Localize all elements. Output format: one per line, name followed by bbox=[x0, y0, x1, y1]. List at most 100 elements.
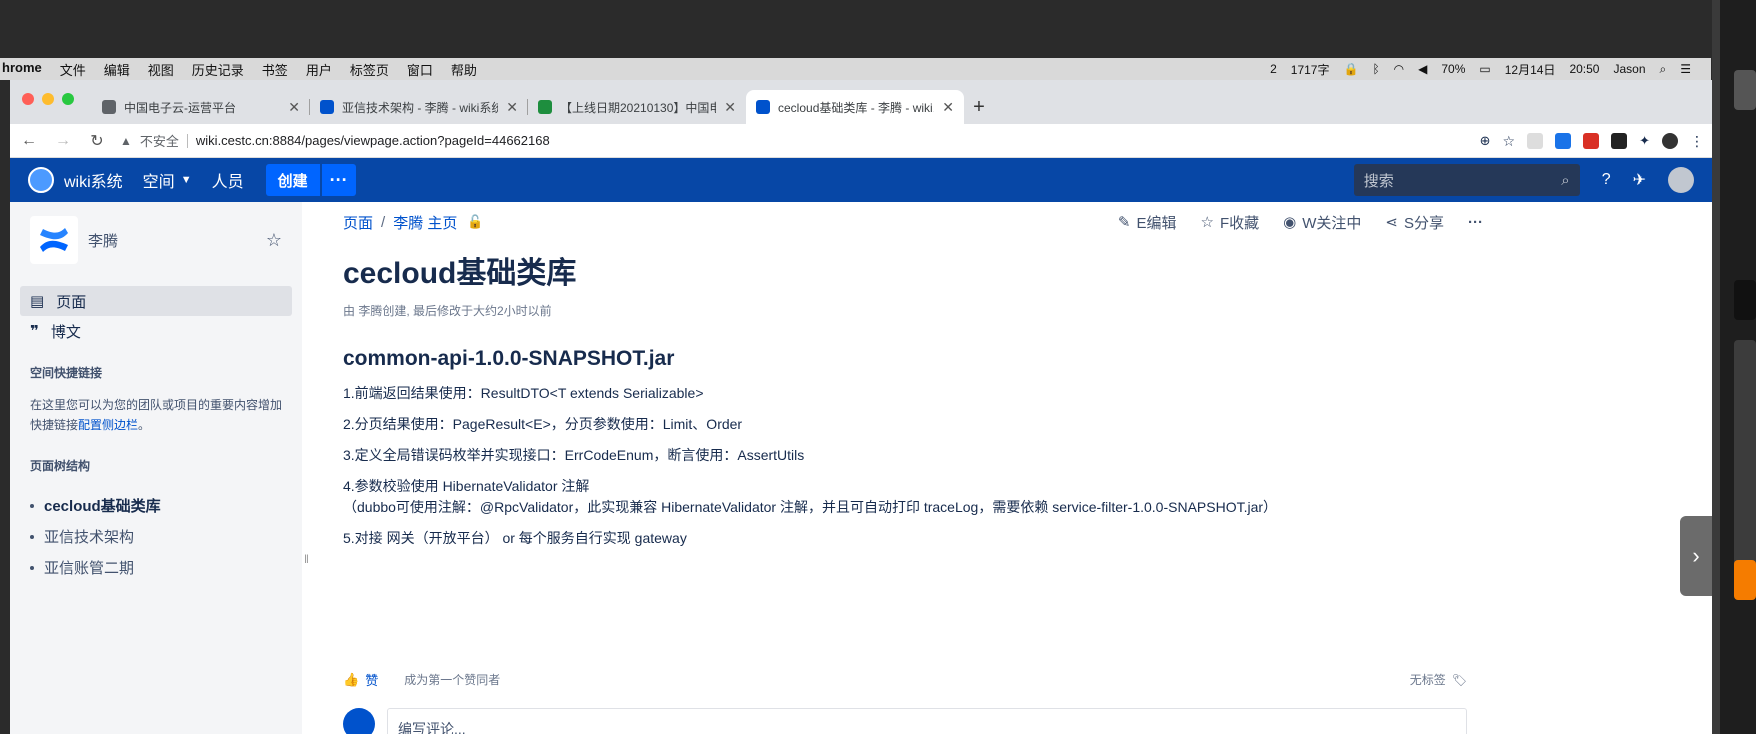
reload-icon[interactable]: ↻ bbox=[86, 131, 108, 151]
breadcrumb-item[interactable]: 页面 bbox=[343, 212, 373, 233]
content-line-3: 3.定义全局错误码枚举并实现接口：ErrCodeEnum，断言使用：Assert… bbox=[343, 447, 805, 463]
spotlight-icon[interactable]: ⌕ bbox=[1660, 62, 1667, 77]
quote-icon: ❞ bbox=[30, 323, 39, 340]
edit-button[interactable]: ✎ E编辑 bbox=[1118, 212, 1177, 233]
side-panel[interactable] bbox=[1734, 280, 1756, 320]
create-more-button[interactable]: ··· bbox=[321, 164, 356, 196]
breadcrumb-item[interactable]: 李腾 主页 bbox=[393, 212, 457, 233]
menu-edit[interactable]: 编辑 bbox=[104, 60, 130, 79]
sidebar-item-pages[interactable]: ▤ 页面 bbox=[20, 286, 292, 316]
user-avatar[interactable] bbox=[1668, 167, 1694, 193]
configure-sidebar-link[interactable]: 配置侧边栏 bbox=[78, 418, 138, 432]
confluence-logo-icon bbox=[40, 228, 68, 252]
close-window-button[interactable] bbox=[22, 93, 34, 105]
battery-icon[interactable]: ▭ bbox=[1479, 62, 1490, 76]
extension-icon[interactable] bbox=[1611, 132, 1628, 149]
minimize-window-button[interactable] bbox=[42, 93, 54, 105]
side-panel[interactable] bbox=[1734, 340, 1756, 590]
sidebar-item-blog[interactable]: ❞ 博文 bbox=[20, 316, 292, 346]
browser-tab[interactable]: 亚信技术架构 - 李腾 - wiki系统 ✕ bbox=[310, 90, 528, 124]
page-content: 页面 / 李腾 主页 🔓 ✎ E编辑 ☆ F收藏 ◉ W关注中 ⋖ S分享 ··· ce… bbox=[343, 202, 1483, 734]
side-panel[interactable] bbox=[1734, 560, 1756, 600]
menu-app[interactable]: hrome bbox=[2, 60, 42, 79]
content-line-5: 5.对接 网关（开放平台） or 每个服务自行实现 gateway bbox=[343, 530, 687, 546]
star-icon[interactable]: ☆ bbox=[266, 230, 282, 251]
menu-file[interactable]: 文件 bbox=[60, 60, 86, 79]
back-icon[interactable]: ← bbox=[18, 132, 40, 150]
tree-item[interactable]: 亚信账管二期 bbox=[30, 552, 282, 583]
close-tab-icon[interactable]: ✕ bbox=[288, 99, 300, 116]
omnibox[interactable]: ▲ 不安全 wiki.cestc.cn:8884/pages/viewpage.… bbox=[120, 128, 1468, 154]
menu-window[interactable]: 窗口 bbox=[407, 60, 433, 79]
side-panel[interactable] bbox=[1734, 70, 1756, 110]
menu-bookmarks[interactable]: 书签 bbox=[262, 60, 288, 79]
volume-icon[interactable]: ◀ bbox=[1418, 62, 1427, 76]
sidebar-resize-handle[interactable]: ‖ bbox=[304, 552, 309, 566]
more-actions-button[interactable]: ··· bbox=[1468, 214, 1483, 231]
spaces-menu[interactable]: 空间 ▼ bbox=[143, 168, 192, 192]
space-name[interactable]: 李腾 bbox=[88, 230, 256, 251]
profile-icon[interactable] bbox=[1662, 132, 1678, 149]
notifications-icon[interactable]: ✈ bbox=[1633, 170, 1646, 190]
puzzle-icon[interactable]: ✦ bbox=[1639, 133, 1650, 149]
space-logo[interactable] bbox=[30, 216, 78, 264]
control-center-icon[interactable]: ☰ bbox=[1680, 62, 1691, 76]
page-icon: ▤ bbox=[30, 293, 45, 310]
help-icon[interactable]: ? bbox=[1602, 171, 1611, 189]
labels-area[interactable]: 无标签 🏷 bbox=[1410, 671, 1467, 688]
menu-help[interactable]: 帮助 bbox=[451, 60, 477, 79]
zoom-icon[interactable]: ⊕ bbox=[1480, 133, 1491, 149]
browser-menu-icon[interactable]: ⋮ bbox=[1690, 133, 1704, 149]
status-date[interactable]: 12月14日 bbox=[1505, 61, 1556, 78]
comment-row: 编写评论... bbox=[343, 708, 1467, 734]
section-heading: common-api-1.0.0-SNAPSHOT.jar bbox=[343, 347, 675, 370]
new-tab-button[interactable]: + bbox=[964, 90, 994, 124]
lock-status-icon[interactable]: 🔒 bbox=[1343, 62, 1358, 76]
commenter-avatar bbox=[343, 708, 375, 734]
status-time[interactable]: 20:50 bbox=[1569, 62, 1599, 76]
browser-tab[interactable]: 【上线日期20210130】中国电子 ✕ bbox=[528, 90, 746, 124]
tree-item[interactable]: 亚信技术架构 bbox=[30, 521, 282, 552]
warning-icon[interactable]: ▲ bbox=[120, 134, 132, 148]
site-logo[interactable]: wiki系统 bbox=[28, 167, 123, 193]
menu-history[interactable]: 历史记录 bbox=[192, 60, 244, 79]
insecure-label[interactable]: 不安全 bbox=[140, 131, 179, 150]
like-button[interactable]: 👍 赞 bbox=[343, 670, 378, 689]
people-link[interactable]: 人员 bbox=[212, 168, 244, 192]
confluence-header: wiki系统 空间 ▼ 人员 创建 ··· 搜索 ⌕ ? ✈ bbox=[10, 158, 1712, 202]
comment-input[interactable]: 编写评论... bbox=[387, 708, 1467, 734]
browser-tab[interactable]: 中国电子云-运营平台 ✕ bbox=[92, 90, 310, 124]
status-chars[interactable]: 1717字 bbox=[1291, 61, 1330, 78]
forward-icon[interactable]: → bbox=[52, 132, 74, 150]
menu-tabs[interactable]: 标签页 bbox=[350, 60, 389, 79]
wifi-icon[interactable]: ◠ bbox=[1394, 62, 1404, 76]
zoom-window-button[interactable] bbox=[62, 93, 74, 105]
like-hint: 成为第一个赞同者 bbox=[404, 673, 501, 687]
close-tab-icon[interactable]: ✕ bbox=[724, 99, 736, 116]
close-tab-icon[interactable]: ✕ bbox=[942, 99, 954, 116]
favorite-button[interactable]: ☆ F收藏 bbox=[1201, 212, 1260, 233]
close-tab-icon[interactable]: ✕ bbox=[506, 99, 518, 116]
extension-icon[interactable] bbox=[1583, 132, 1600, 149]
search-input[interactable]: 搜索 ⌕ bbox=[1353, 164, 1580, 196]
status-user[interactable]: Jason bbox=[1613, 62, 1645, 76]
share-button[interactable]: ⋖ S分享 bbox=[1385, 212, 1444, 233]
watch-button[interactable]: ◉ W关注中 bbox=[1283, 212, 1361, 233]
url-text[interactable]: wiki.cestc.cn:8884/pages/viewpage.action… bbox=[196, 133, 550, 148]
battery-level[interactable]: 70% bbox=[1441, 62, 1465, 76]
chevron-right-icon[interactable]: › bbox=[1680, 516, 1712, 596]
extension-icon[interactable] bbox=[1555, 132, 1572, 149]
browser-window: 中国电子云-运营平台 ✕ 亚信技术架构 - 李腾 - wiki系统 ✕ 【上线日… bbox=[10, 80, 1712, 734]
menu-view[interactable]: 视图 bbox=[148, 60, 174, 79]
tree-item[interactable]: cecloud基础类库 bbox=[30, 490, 282, 521]
sheets-favicon-icon bbox=[538, 100, 552, 114]
bluetooth-icon[interactable]: ᛒ bbox=[1372, 62, 1379, 76]
page-metadata: 由 李腾创建, 最后修改于大约2小时以前 bbox=[343, 304, 552, 318]
extension-icon[interactable] bbox=[1527, 132, 1544, 149]
menu-user[interactable]: 用户 bbox=[306, 60, 332, 79]
unlock-icon[interactable]: 🔓 bbox=[467, 214, 483, 230]
create-button[interactable]: 创建 bbox=[265, 164, 320, 196]
browser-tab-active[interactable]: cecloud基础类库 - 李腾 - wiki系 ✕ bbox=[746, 90, 964, 124]
status-count[interactable]: 2 bbox=[1270, 62, 1277, 76]
bookmark-star-icon[interactable]: ☆ bbox=[1503, 133, 1516, 149]
